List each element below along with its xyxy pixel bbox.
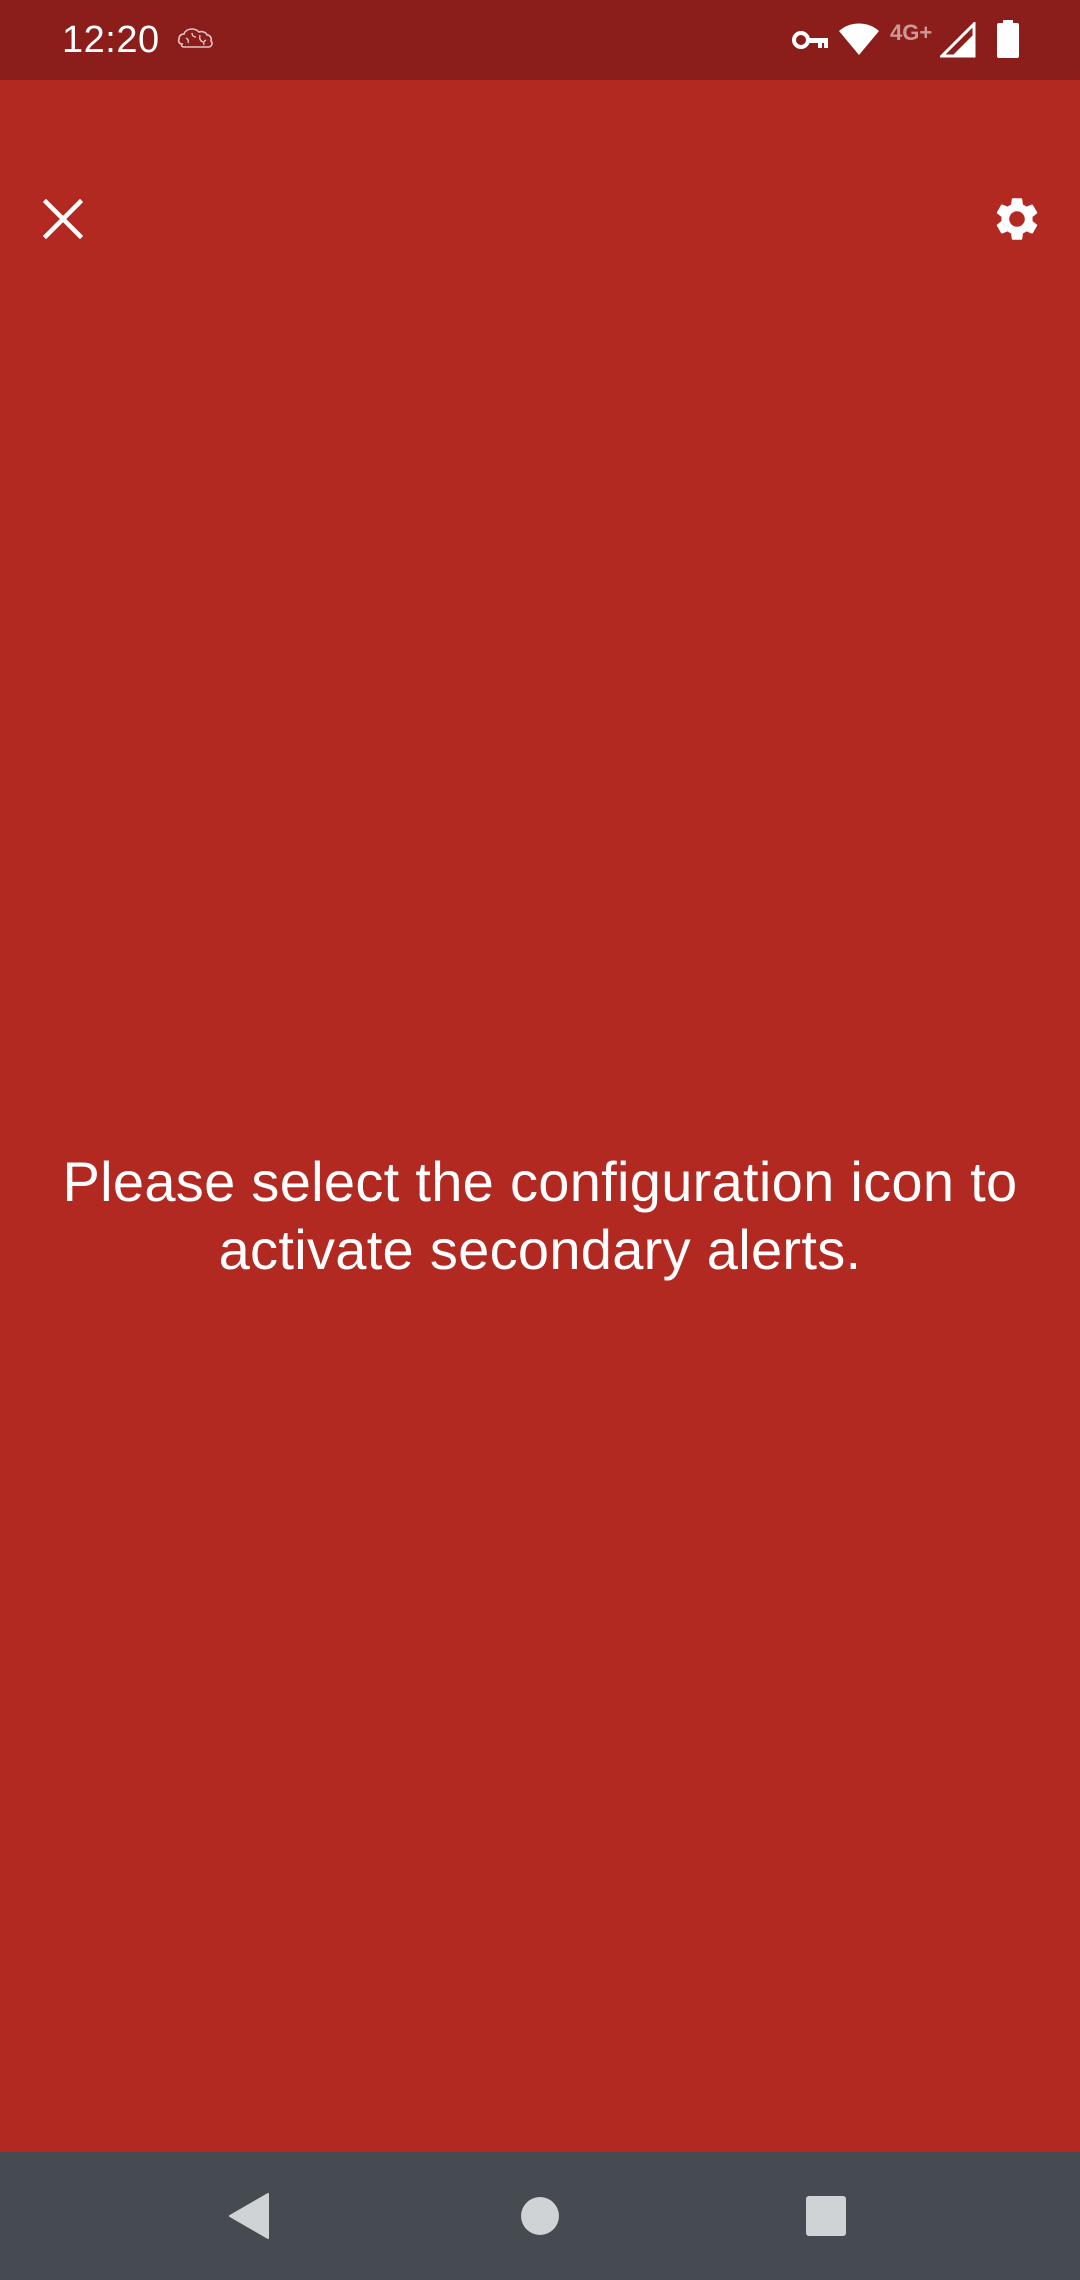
wifi-icon [839,23,879,55]
close-button[interactable] [22,178,104,260]
recents-button[interactable] [762,2152,890,2280]
back-button[interactable] [186,2152,314,2280]
status-bar: 12:20 4G+ [0,0,1080,80]
gear-icon [996,198,1038,240]
status-time: 12:20 [62,19,160,61]
secondary-alerts-message: Please select the configuration icon to … [62,1150,1018,1281]
home-button[interactable] [476,2152,604,2280]
recents-icon [806,2196,846,2236]
alert-screen: 12:20 4G+ Please select the configuratio… [0,0,1080,2280]
settings-button[interactable] [976,178,1058,260]
close-icon [43,199,83,239]
brain-notification-icon [177,28,213,48]
navigation-bar [0,2152,1080,2280]
vpn-key-icon [792,31,828,49]
back-icon [229,2193,269,2239]
battery-icon [997,20,1019,58]
cell-signal-icon [940,22,976,58]
home-icon [521,2197,559,2235]
network-type-label: 4G+ [890,20,933,45]
